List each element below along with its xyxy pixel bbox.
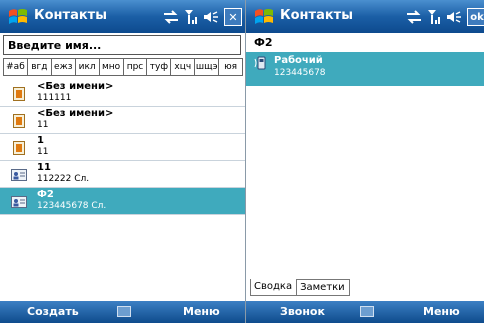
volume-icon xyxy=(447,11,461,23)
volume-icon xyxy=(204,11,218,23)
alpha-tab[interactable]: мно xyxy=(100,59,124,75)
status-icons: ✕ xyxy=(163,7,242,27)
contact-list: <Без имени> 111111 <Без имени> 11 1 11 1… xyxy=(0,80,245,215)
detail-tabs: Сводка Заметки xyxy=(250,279,350,296)
alpha-tab[interactable]: юя xyxy=(219,59,242,75)
alphabet-tabs: #аб вгд ежз икл мно прс туф хцч шщэ юя xyxy=(3,58,243,76)
menu-softkey[interactable]: Меню xyxy=(423,305,460,318)
status-icons: ok xyxy=(406,7,484,27)
title-bar: Контакты ok xyxy=(246,0,484,33)
contact-name: 1 xyxy=(37,135,44,146)
phone-type-label: Рабочий xyxy=(274,55,323,66)
keyboard-icon[interactable] xyxy=(117,306,131,317)
keyboard-icon[interactable] xyxy=(360,306,374,317)
close-button[interactable]: ✕ xyxy=(224,8,242,26)
alpha-tab[interactable]: икл xyxy=(76,59,100,75)
alpha-tab[interactable]: туф xyxy=(147,59,172,75)
tab-notes[interactable]: Заметки xyxy=(296,279,350,296)
contact-name: 11 xyxy=(37,162,51,173)
app-title: Контакты xyxy=(280,8,353,23)
contact-card-icon xyxy=(13,114,25,128)
windows-start-icon[interactable] xyxy=(7,7,29,27)
contact-detail-screen: Контакты ok Ф2 Рабочий 123445678 Сводка … xyxy=(245,0,484,323)
contact-number: 11 xyxy=(37,147,49,157)
alpha-tab[interactable]: хцч xyxy=(171,59,196,75)
phone-icon xyxy=(254,56,266,70)
phone-entry[interactable]: Рабочий 123445678 xyxy=(246,52,484,86)
softkey-bar: Создать Меню xyxy=(0,301,245,323)
alpha-tab[interactable]: вгд xyxy=(28,59,52,75)
contact-card-icon xyxy=(13,141,25,155)
softkey-bar: Звонок Меню xyxy=(246,301,484,323)
search-input[interactable]: Введите имя... xyxy=(3,35,241,55)
call-softkey[interactable]: Звонок xyxy=(280,305,325,318)
contact-card-icon xyxy=(13,87,25,101)
title-bar: Контакты ✕ xyxy=(0,0,245,33)
alpha-tab[interactable]: шщэ xyxy=(195,59,220,75)
alpha-tab[interactable]: ежз xyxy=(52,59,76,75)
contact-name: <Без имени> xyxy=(37,108,114,119)
sync-icon xyxy=(407,10,421,24)
app-title: Контакты xyxy=(34,8,107,23)
create-softkey[interactable]: Создать xyxy=(27,305,79,318)
windows-start-icon[interactable] xyxy=(253,7,275,27)
signal-icon xyxy=(428,10,440,24)
contact-name: Ф2 xyxy=(37,189,54,200)
signal-icon xyxy=(185,10,197,24)
alpha-tab[interactable]: #аб xyxy=(4,59,28,75)
alpha-tab[interactable]: прс xyxy=(124,59,148,75)
ok-button[interactable]: ok xyxy=(467,8,484,26)
phone-number: 123445678 xyxy=(274,68,326,78)
contacts-list-screen: Контакты ✕ Введите имя... #аб вгд ежз ик… xyxy=(0,0,245,323)
contact-name: <Без имени> xyxy=(37,81,114,92)
contact-title: Ф2 xyxy=(254,36,273,49)
sync-icon xyxy=(164,10,178,24)
contact-number: 112222 Сл. xyxy=(37,174,90,184)
contact-number: 11 xyxy=(37,120,49,130)
contact-row[interactable]: 1 11 xyxy=(0,134,245,161)
sim-contact-icon xyxy=(11,196,27,208)
sim-contact-icon xyxy=(11,169,27,181)
menu-softkey[interactable]: Меню xyxy=(183,305,220,318)
contact-number: 123445678 Сл. xyxy=(37,201,107,211)
contact-number: 111111 xyxy=(37,93,72,103)
tab-summary[interactable]: Сводка xyxy=(250,279,298,296)
contact-row[interactable]: <Без имени> 11 xyxy=(0,107,245,134)
contact-row-selected[interactable]: Ф2 123445678 Сл. xyxy=(0,188,245,215)
contact-row[interactable]: <Без имени> 111111 xyxy=(0,80,245,107)
contact-row[interactable]: 11 112222 Сл. xyxy=(0,161,245,188)
